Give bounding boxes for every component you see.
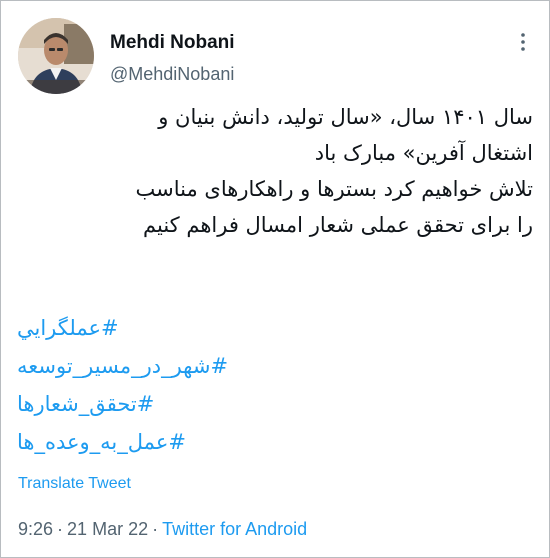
meta-separator: · bbox=[152, 519, 159, 539]
tweet-text-line: را برای تحقق عملی شعار امسال فراهم کنیم bbox=[143, 213, 533, 237]
tweet-meta: 9:26 · 21 Mar 22 · Twitter for Android bbox=[18, 519, 307, 540]
avatar[interactable] bbox=[18, 18, 94, 94]
more-dots-icon bbox=[521, 33, 525, 51]
hashtag-list: #عملگرايي #شهر_در_مسیر_توسعه #تحقق_شعاره… bbox=[17, 309, 533, 461]
author-handle[interactable]: @MehdiNobani bbox=[110, 64, 234, 85]
tweet-text-line: تلاش خواهیم کرد بسترها و راهکارهای مناسب bbox=[135, 177, 533, 201]
hashtag-link[interactable]: #تحقق_شعارها bbox=[17, 385, 533, 423]
tweet-card: Mehdi Nobani @MehdiNobani سال ۱۴۰۱ سال، … bbox=[0, 0, 550, 558]
more-options-button[interactable] bbox=[514, 30, 532, 54]
tweet-text-line: اشتغال آفرین» مبارک باد bbox=[314, 141, 533, 165]
tweet-text: سال ۱۴۰۱ سال، «سال تولید، دانش بنیان و ا… bbox=[17, 99, 533, 243]
hashtag-link[interactable]: #عمل_به_وعده_ها bbox=[17, 423, 533, 461]
hashtag-link[interactable]: #شهر_در_مسیر_توسعه bbox=[17, 347, 533, 385]
avatar-photo-icon bbox=[18, 18, 94, 94]
translate-tweet-link[interactable]: Translate Tweet bbox=[18, 475, 131, 493]
hashtag-link[interactable]: #عملگرايي bbox=[17, 309, 533, 347]
tweet-date[interactable]: 21 Mar 22 bbox=[67, 519, 148, 539]
meta-separator: · bbox=[57, 519, 64, 539]
tweet-time[interactable]: 9:26 bbox=[18, 519, 53, 539]
tweet-text-line: سال ۱۴۰۱ سال، «سال تولید، دانش بنیان و bbox=[158, 105, 533, 129]
tweet-source-link[interactable]: Twitter for Android bbox=[162, 519, 307, 539]
tweet-header: Mehdi Nobani @MehdiNobani bbox=[18, 18, 534, 96]
author-name[interactable]: Mehdi Nobani bbox=[110, 32, 235, 54]
